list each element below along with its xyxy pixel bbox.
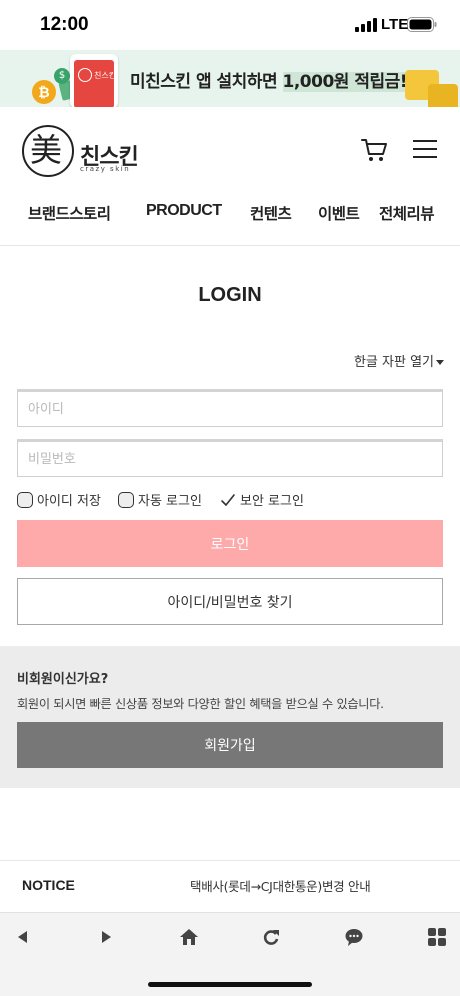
login-button[interactable]: 로그인: [17, 520, 443, 567]
keyboard-toggle-label: 한글 자판 열기: [353, 355, 434, 370]
login-options: 아이디 저장 자동 로그인 보안 로그인: [17, 490, 443, 512]
nonmember-question: 비회원이신가요?: [17, 672, 109, 687]
app-install-banner[interactable]: ₿ $ 친스킨 미친스킨 앱 설치하면 1,000원 적립금!: [0, 50, 460, 107]
site-logo[interactable]: 美 친스킨 crazy skin: [22, 125, 142, 179]
bitcoin-coin-icon: ₿: [32, 80, 56, 104]
page-title: LOGIN: [198, 284, 262, 306]
banner-text: 미친스킨 앱 설치하면 1,000원 적립금!: [130, 67, 408, 92]
checkmark-icon: [221, 493, 235, 506]
nav-all-reviews[interactable]: 전체리뷰: [379, 202, 435, 224]
checkbox-icon: [118, 491, 134, 508]
banner-text-highlight: 1,000원 적립금!: [282, 72, 408, 92]
caret-down-icon: [436, 360, 444, 365]
nonmember-description: 회원이 되시면 빠른 신상품 정보와 다양한 할인 혜택을 받으실 수 있습니다…: [17, 697, 384, 711]
password-input[interactable]: [17, 439, 443, 477]
secure-login-option[interactable]: 보안 로그인: [220, 490, 304, 509]
secure-login-label: 보안 로그인: [240, 494, 304, 509]
nav-brand-story[interactable]: 브랜드스토리: [28, 202, 111, 224]
notice-label: NOTICE: [22, 877, 75, 893]
chat-icon[interactable]: [344, 927, 364, 947]
battery-icon: [407, 17, 437, 32]
notice-bar: NOTICE 택배사(롯데→CJ대한통운)변경 안내: [0, 860, 460, 908]
apps-grid-icon[interactable]: [427, 927, 447, 947]
refresh-icon[interactable]: [261, 927, 281, 947]
back-arrow-icon[interactable]: [13, 927, 33, 947]
checkbox-icon: [17, 491, 33, 508]
nav-event[interactable]: 이벤트: [318, 202, 360, 224]
korean-keyboard-toggle[interactable]: 한글 자판 열기: [354, 351, 444, 370]
gold-bar-illustration-2: [428, 84, 458, 107]
page: 12:00 LTE ₿ $ 친스킨 미친스킨 앱 설치하면 1,000원 적립금…: [0, 0, 460, 996]
nav-product[interactable]: PRODUCT: [146, 202, 222, 220]
browser-toolbar: [0, 912, 460, 996]
signal-icon: [355, 18, 377, 32]
dollar-coin-icon: $: [54, 68, 70, 84]
phone-illustration: 친스킨: [70, 54, 118, 107]
category-nav: 브랜드스토리 PRODUCT 컨텐츠 이벤트 전체리뷰: [0, 192, 460, 246]
home-icon[interactable]: [179, 927, 199, 947]
nonmember-section: 비회원이신가요? 회원이 되시면 빠른 신상품 정보와 다양한 할인 혜택을 받…: [0, 646, 460, 788]
phone-app-label: 친스킨: [94, 71, 117, 80]
save-id-label: 아이디 저장: [37, 494, 101, 509]
logo-hanja: 美: [30, 131, 63, 169]
forward-arrow-icon[interactable]: [96, 927, 116, 947]
menu-icon[interactable]: [413, 139, 437, 159]
home-indicator[interactable]: [148, 982, 312, 987]
join-button[interactable]: 회원가입: [17, 722, 443, 768]
save-id-checkbox[interactable]: 아이디 저장: [17, 490, 101, 509]
auto-login-checkbox[interactable]: 자동 로그인: [118, 490, 202, 509]
network-label: LTE: [381, 16, 409, 33]
status-time: 12:00: [40, 14, 89, 35]
notice-headline[interactable]: 택배사(롯데→CJ대한통운)변경 안내: [190, 876, 371, 895]
cart-icon[interactable]: [360, 137, 388, 163]
nav-contents[interactable]: 컨텐츠: [250, 202, 292, 224]
site-header: 美 친스킨 crazy skin: [0, 107, 460, 192]
user-id-input[interactable]: [17, 389, 443, 427]
auto-login-label: 자동 로그인: [138, 494, 202, 509]
logo-subtitle: crazy skin: [80, 165, 131, 173]
status-bar: 12:00 LTE: [0, 0, 460, 50]
banner-text-main: 미친스킨 앱 설치하면: [130, 72, 283, 92]
find-id-password-button[interactable]: 아이디/비밀번호 찾기: [17, 578, 443, 625]
